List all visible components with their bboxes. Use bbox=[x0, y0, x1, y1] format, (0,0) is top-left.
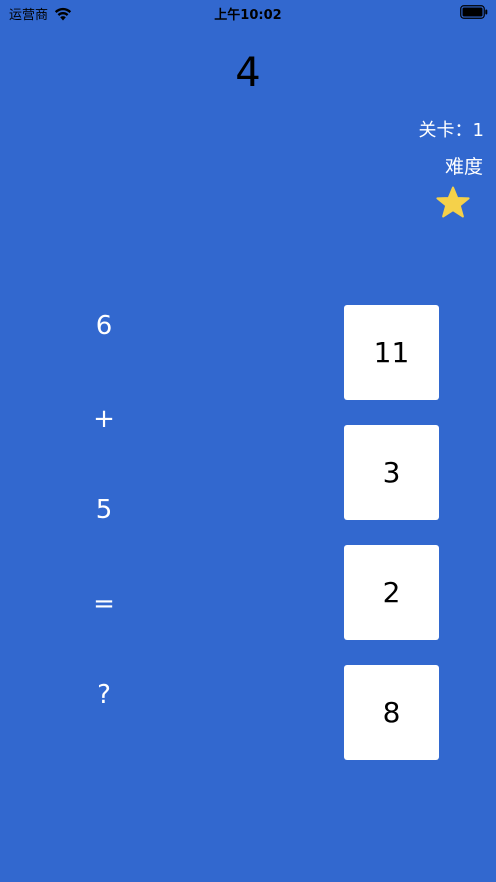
score-display: 4 bbox=[235, 50, 261, 96]
star-icon bbox=[436, 186, 470, 218]
equation-operand-2: 5 bbox=[95, 495, 113, 525]
difficulty-label: 难度 bbox=[444, 156, 483, 178]
equation-operator: + bbox=[93, 404, 115, 434]
equation-equals: = bbox=[93, 589, 115, 619]
status-bar: 运营商 上午10:02 bbox=[0, 0, 496, 26]
answer-button-1[interactable]: 11 bbox=[344, 305, 439, 400]
answer-button-4[interactable]: 8 bbox=[344, 665, 439, 760]
status-time: 上午10:02 bbox=[214, 8, 282, 23]
equation-unknown: ? bbox=[97, 680, 111, 710]
answer-button-2[interactable]: 3 bbox=[344, 425, 439, 520]
equation-operand-1: 6 bbox=[95, 311, 113, 341]
level-indicator: 关卡：1 bbox=[418, 120, 484, 141]
battery-icon bbox=[460, 5, 488, 19]
answer-button-3[interactable]: 2 bbox=[344, 545, 439, 640]
